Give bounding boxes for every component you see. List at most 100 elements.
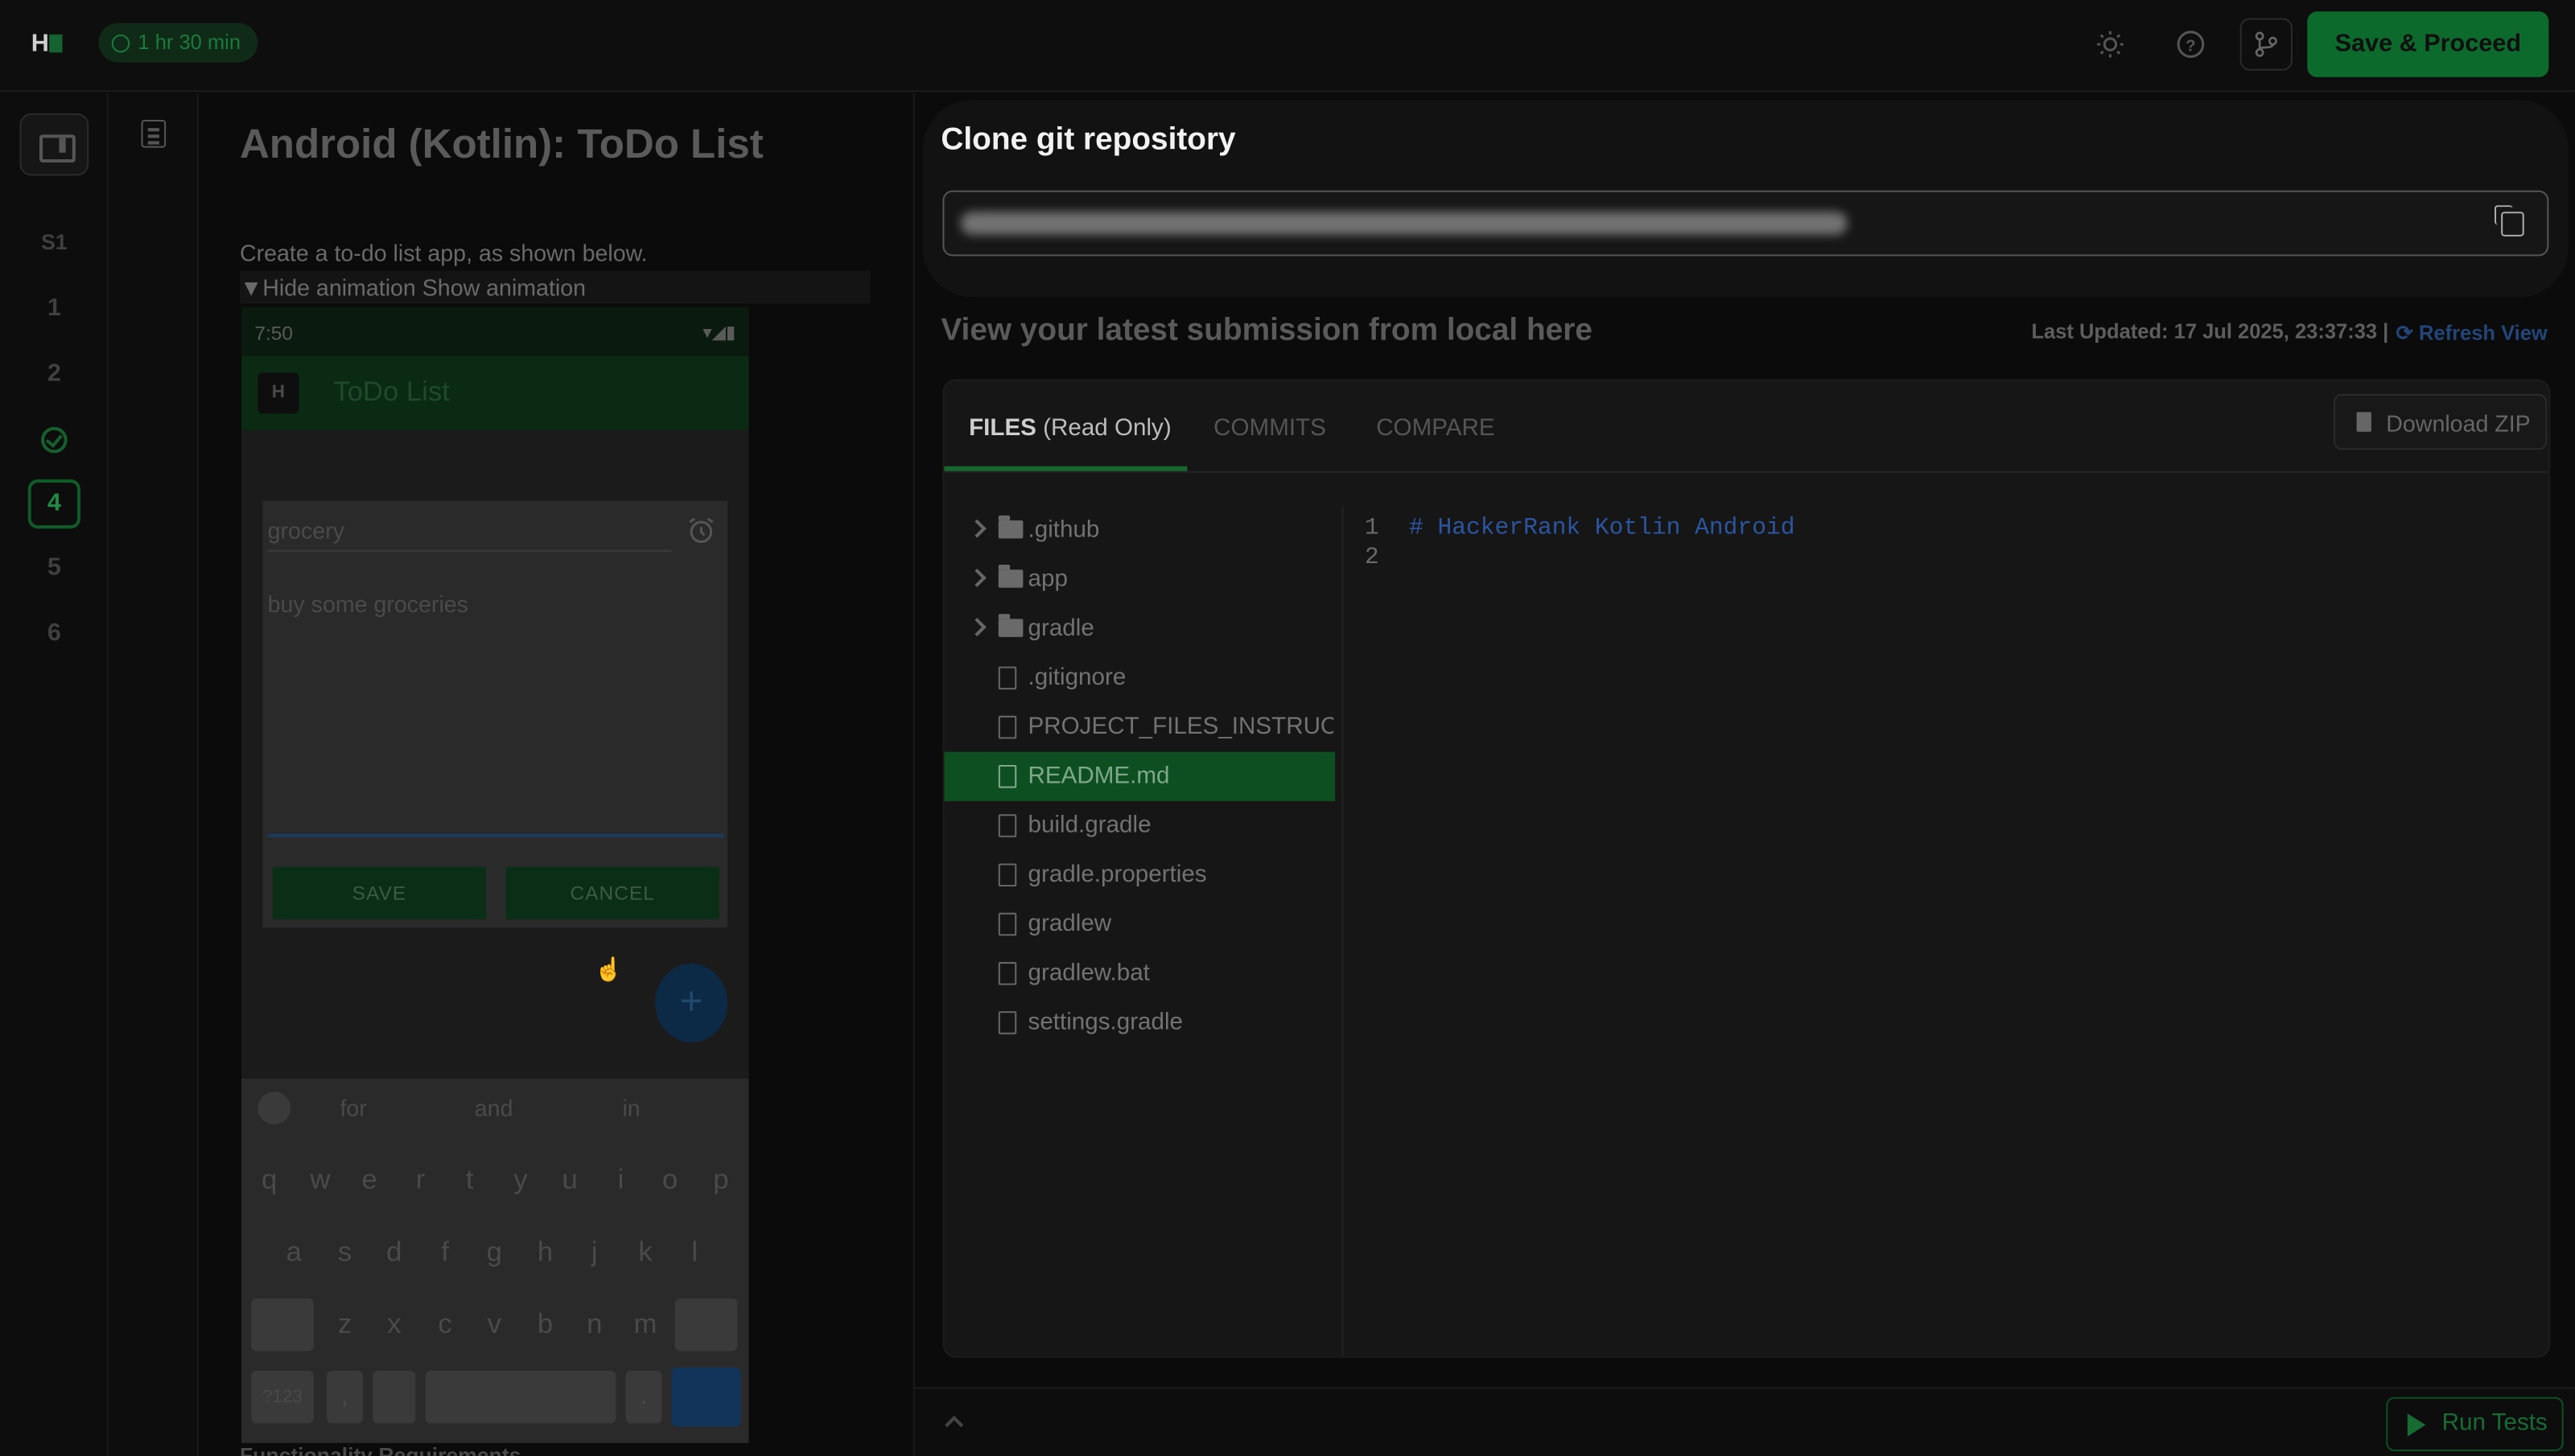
phone-keyboard: for and in q w e r t y u i o p a s d f g… xyxy=(241,1078,749,1443)
refresh-view-link[interactable]: ⟳ Refresh View xyxy=(2396,320,2548,345)
file-icon xyxy=(998,912,1017,936)
blurred-url xyxy=(960,212,1848,235)
app-root: H 1 hr 30 min ? Save & Proceed S1 1 2 4 … xyxy=(0,0,2575,1456)
theme-toggle-button[interactable] xyxy=(2086,19,2135,68)
secondary-rail xyxy=(108,93,199,1456)
toggle-panel-button[interactable] xyxy=(19,113,89,176)
key-o: o xyxy=(661,1163,678,1195)
rail-item-2[interactable]: 2 xyxy=(28,350,80,399)
input-underline xyxy=(267,833,724,837)
clone-url-field[interactable] xyxy=(942,190,2549,257)
line-number-1: 1 xyxy=(1364,515,1379,542)
code-viewer: # HackerRank Kotlin Android xyxy=(1409,516,1794,542)
help-button[interactable]: ? xyxy=(2166,19,2215,68)
chevron-right-icon xyxy=(967,618,987,637)
key-z: z xyxy=(337,1308,352,1340)
folder-icon xyxy=(998,515,1024,539)
file-icon xyxy=(998,961,1017,985)
key-n: n xyxy=(587,1308,603,1340)
folder-icon xyxy=(998,614,1024,637)
tree-item-readme[interactable]: README.md xyxy=(944,751,1336,801)
tree-item-build-gradle[interactable]: build.gradle xyxy=(944,801,1335,850)
last-updated-text: Last Updated: 17 Jul 2025, 23:37:33 | xyxy=(2031,319,2389,343)
key-t: t xyxy=(465,1163,474,1195)
suggestion-expand-icon xyxy=(258,1092,291,1125)
tree-item-project-files[interactable]: PROJECT_FILES_INSTRUCTIONS.md xyxy=(944,702,1335,751)
phone-app-title: ToDo List xyxy=(333,376,450,408)
rail-item-6[interactable]: 6 xyxy=(28,609,80,658)
key-x: x xyxy=(387,1308,402,1340)
svg-text:?: ? xyxy=(2186,37,2195,55)
download-zip-button[interactable]: Download ZIP xyxy=(2333,393,2548,450)
backspace-key-icon xyxy=(674,1298,738,1351)
tab-compare[interactable]: COMPARE xyxy=(1376,415,1494,442)
suggestion-1: for xyxy=(340,1095,367,1121)
key-c: c xyxy=(438,1308,452,1340)
save-proceed-button[interactable]: Save & Proceed xyxy=(2307,11,2549,77)
copy-icon[interactable] xyxy=(2494,205,2524,236)
tree-item-gradlew[interactable]: gradlew xyxy=(944,899,1335,948)
clock-icon xyxy=(111,33,130,52)
animation-toggle[interactable]: ▼Hide animation Show animation xyxy=(239,270,871,304)
key-l: l xyxy=(691,1236,698,1268)
todo-body-text: buy some groceries xyxy=(267,590,468,618)
git-branch-icon xyxy=(2255,31,2277,57)
timer-badge: 1 hr 30 min xyxy=(98,23,258,63)
key-i: i xyxy=(617,1163,624,1195)
emoji-key-icon xyxy=(373,1371,416,1424)
key-u: u xyxy=(562,1163,578,1195)
tree-item-github[interactable]: .github xyxy=(944,506,1335,555)
chevron-right-icon xyxy=(967,568,987,587)
key-s: s xyxy=(337,1236,352,1268)
shift-key-icon xyxy=(251,1298,314,1351)
key-h: h xyxy=(537,1236,554,1268)
key-p: p xyxy=(713,1163,729,1195)
git-button[interactable] xyxy=(2239,18,2293,71)
key-y: y xyxy=(513,1163,528,1195)
phone-add-fab: + xyxy=(655,963,728,1043)
cursor-hand-icon: ☝ xyxy=(594,955,624,982)
tree-item-gradle[interactable]: gradle xyxy=(944,604,1335,653)
suggestion-3: in xyxy=(622,1095,641,1121)
todo-dialog: grocery buy some groceries SAVE CANCEL xyxy=(262,500,728,928)
rail-item-3-check-icon[interactable] xyxy=(41,426,68,454)
phone-save-button: SAVE xyxy=(272,866,487,919)
tree-item-gitignore[interactable]: .gitignore xyxy=(944,653,1335,702)
rail-item-1[interactable]: 1 xyxy=(28,284,80,333)
functionality-heading: Functionality Requirements xyxy=(239,1442,521,1456)
todo-title-input: grocery xyxy=(267,517,672,552)
rail-item-5[interactable]: 5 xyxy=(28,544,80,593)
folder-icon xyxy=(998,565,1024,588)
clone-title: Clone git repository xyxy=(941,123,1236,158)
tree-item-settings-gradle[interactable]: settings.gradle xyxy=(944,998,1335,1047)
file-icon xyxy=(998,1011,1017,1034)
tree-item-gradlew-bat[interactable]: gradlew.bat xyxy=(944,949,1335,998)
key-f: f xyxy=(441,1236,449,1268)
key-b: b xyxy=(537,1308,554,1340)
enter-key-icon xyxy=(671,1367,741,1427)
file-icon xyxy=(998,863,1017,887)
signal-icon: ▾◢▮ xyxy=(702,323,736,343)
key-k: k xyxy=(638,1236,653,1268)
tree-divider xyxy=(1341,505,1344,1356)
key-m: m xyxy=(633,1308,657,1340)
phone-app-logo: H xyxy=(258,372,299,414)
phone-time: 7:50 xyxy=(254,321,293,345)
run-tests-button[interactable]: Run Tests xyxy=(2386,1396,2564,1452)
sun-icon xyxy=(2097,31,2124,58)
tree-item-gradle-properties[interactable]: gradle.properties xyxy=(944,850,1335,899)
tree-item-app[interactable]: app xyxy=(944,555,1335,604)
tab-files[interactable]: FILES (Read Only) xyxy=(969,415,1172,442)
rail-item-4[interactable]: 4 xyxy=(27,479,80,529)
document-icon[interactable] xyxy=(141,119,167,148)
key-a: a xyxy=(286,1236,302,1268)
file-icon xyxy=(998,715,1017,739)
tab-commits[interactable]: COMMITS xyxy=(1213,415,1326,442)
phone-cancel-button: CANCEL xyxy=(505,866,719,919)
tab-divider xyxy=(942,471,2549,473)
panel-divider[interactable] xyxy=(913,93,915,1456)
symbols-key: ?123 xyxy=(251,1371,314,1424)
rail-item-s1[interactable]: S1 xyxy=(28,218,80,267)
key-v: v xyxy=(487,1308,501,1340)
key-w: w xyxy=(310,1163,331,1195)
